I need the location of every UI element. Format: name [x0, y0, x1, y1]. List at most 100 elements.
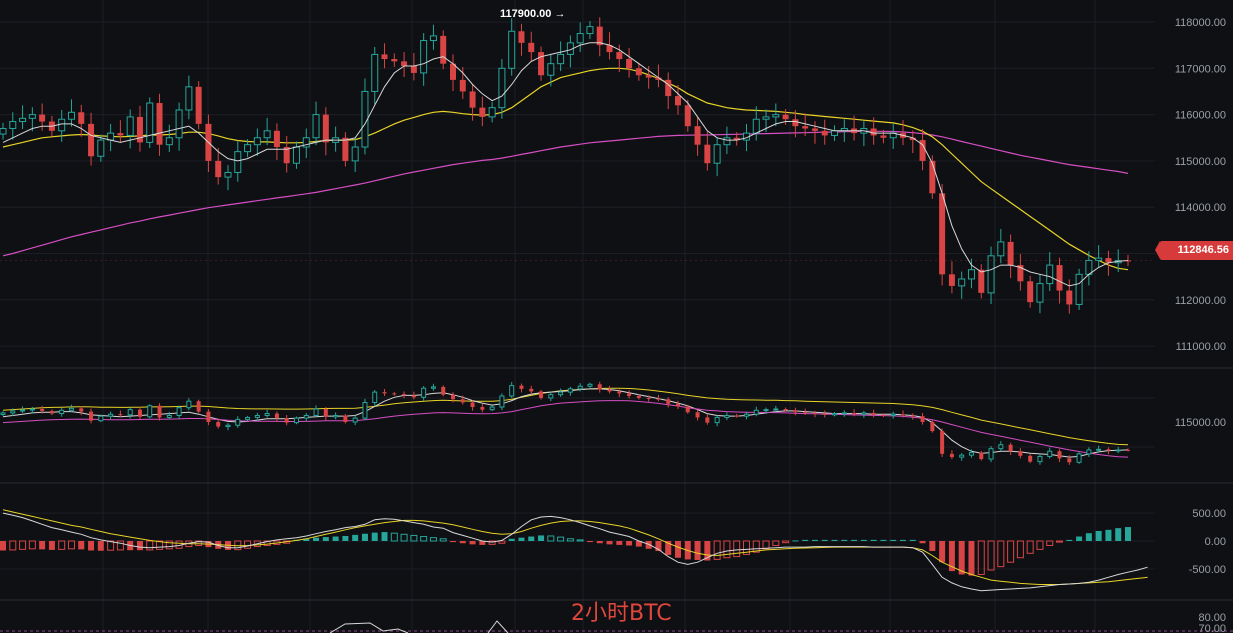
- sub-candle-body: [841, 412, 847, 415]
- macd-bar: [1016, 540, 1024, 559]
- candle-body: [939, 193, 946, 275]
- sub-candle-body: [49, 410, 54, 414]
- candle-body: [538, 52, 545, 76]
- sub-candle-body: [812, 412, 817, 414]
- macd-bar: [498, 540, 506, 544]
- sub-candle-body: [1037, 455, 1043, 463]
- sub-candle-body: [998, 444, 1004, 450]
- sub-candle-body: [676, 403, 680, 407]
- btc-chart[interactable]: 118000.00 117000.00 116000.00 115000.00 1140…: [0, 0, 1233, 633]
- sub-candle-body: [29, 408, 35, 411]
- sub-candle-body: [176, 407, 182, 417]
- candle-body: [684, 105, 691, 127]
- candle-body: [175, 109, 183, 139]
- sub-candle-body: [392, 393, 397, 395]
- macd-bar: [547, 535, 555, 542]
- sub-candle-body: [333, 415, 339, 418]
- macd-bar: [371, 532, 378, 541]
- sub-candle-body: [773, 408, 779, 411]
- sub-candle-body: [617, 391, 622, 394]
- macd-bar: [1046, 540, 1054, 546]
- sub-candle-body: [1047, 450, 1053, 457]
- sub-candle-body: [567, 388, 573, 393]
- macd-bar: [997, 540, 1005, 568]
- sub-candle-body: [303, 415, 309, 419]
- candle-body: [675, 96, 681, 106]
- ma-short-line: [2, 42, 1129, 287]
- sub-candle-body: [901, 414, 905, 416]
- candle-body: [547, 63, 555, 76]
- macd-bar: [420, 536, 428, 542]
- candle-body: [958, 278, 966, 287]
- macd-bar: [342, 535, 349, 541]
- macd-bar: [116, 540, 124, 551]
- macd-bar: [811, 539, 818, 541]
- candle-body: [704, 144, 711, 164]
- sub-candle-body: [1086, 449, 1092, 455]
- sub-candle-body: [89, 411, 94, 421]
- sub-candle-body: [40, 409, 45, 411]
- candle-body: [772, 114, 780, 118]
- sub-candle-body: [803, 412, 808, 414]
- sub-candle-body: [10, 410, 16, 414]
- macd-bar: [890, 539, 897, 541]
- candle-body: [244, 144, 252, 153]
- candle-body: [215, 160, 222, 178]
- macd-bar: [469, 541, 476, 545]
- sub-candle-body: [822, 413, 827, 415]
- sub-candle-body: [529, 388, 534, 392]
- candle-body: [0, 127, 7, 135]
- macd-bar: [429, 537, 437, 542]
- candle-body: [381, 54, 388, 60]
- macd-bar: [1066, 539, 1073, 541]
- candle-body: [67, 111, 75, 120]
- price-axis-label: 116000.00: [1175, 110, 1226, 122]
- sub-candle-body: [881, 414, 886, 416]
- candle-body: [410, 65, 417, 73]
- sub-candle-body: [959, 454, 965, 458]
- macd-bar: [48, 541, 55, 550]
- candle-body: [782, 114, 789, 120]
- macd-bar: [352, 534, 359, 541]
- macd-axis-label: -500.00: [1189, 564, 1226, 576]
- macd-bar: [39, 541, 46, 550]
- sub-candle-body: [206, 411, 211, 422]
- candle-body: [831, 130, 839, 136]
- candle-body: [1066, 290, 1073, 305]
- sub-candle-body: [509, 385, 515, 397]
- macd-bar: [1095, 530, 1102, 541]
- price-axis-label: 114000.00: [1175, 202, 1226, 214]
- candle-body: [762, 116, 770, 120]
- candle-body: [586, 26, 594, 35]
- macd-axis-label: 0.00: [1205, 536, 1226, 548]
- candle-body: [665, 79, 672, 97]
- sub-candle-body: [1057, 451, 1062, 459]
- candle-body: [97, 139, 105, 157]
- candle-body: [58, 118, 66, 132]
- sub-candle-body: [108, 413, 114, 417]
- ma-mid-line: [2, 67, 1129, 271]
- sub-candle-body: [343, 415, 348, 422]
- price-axis-label: 117000.00: [1175, 63, 1226, 75]
- sub-candle-body: [519, 385, 524, 389]
- sub-candle-body: [480, 407, 485, 410]
- sub-candle-body: [430, 386, 436, 389]
- sub-candle-body: [910, 415, 915, 417]
- sub-candle-body: [470, 402, 475, 408]
- sub-candle-body: [539, 391, 544, 398]
- candle-body: [9, 121, 17, 129]
- macd-line: [2, 512, 1148, 592]
- sub-candle-body: [724, 415, 730, 418]
- macd-bar: [929, 541, 936, 552]
- sub-candle-body: [274, 413, 279, 419]
- sub-candle-body: [402, 394, 407, 396]
- sub-candle-body: [548, 394, 554, 399]
- candle-body: [253, 137, 261, 146]
- candle-body: [792, 119, 799, 127]
- macd-bar: [723, 540, 731, 559]
- sub-candle-body: [832, 413, 838, 416]
- candle-body: [987, 255, 995, 294]
- macd-bar: [381, 532, 388, 541]
- candle-body: [488, 107, 496, 118]
- candle-body: [312, 114, 320, 139]
